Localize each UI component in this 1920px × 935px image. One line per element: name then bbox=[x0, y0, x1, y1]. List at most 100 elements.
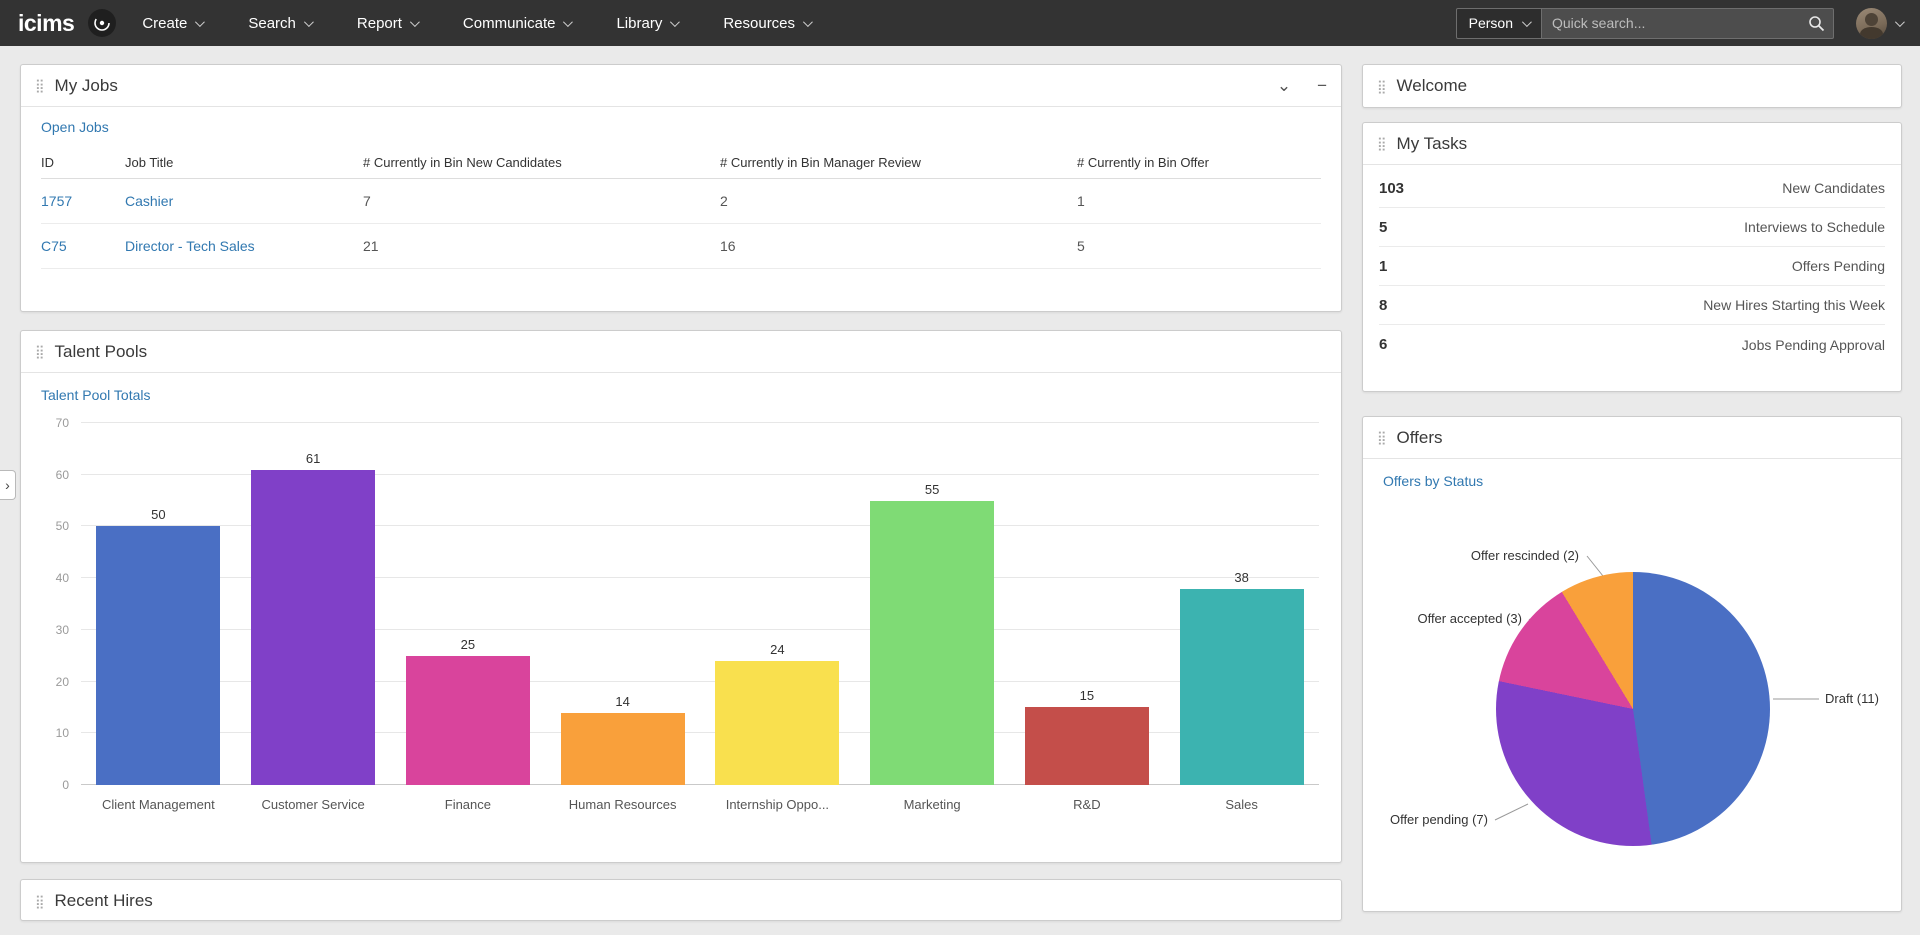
panel-title: Talent Pools bbox=[54, 341, 148, 361]
menu-report-label: Report bbox=[356, 14, 402, 32]
drag-handle-icon[interactable]: ⣿ bbox=[35, 345, 45, 358]
bar-finance[interactable] bbox=[405, 655, 530, 785]
talent-pools-panel: ⣿ Talent Pools Talent Pool Totals 0 10 20 3… bbox=[20, 330, 1342, 863]
pie-label-draft: Draft (11) bbox=[1825, 691, 1879, 706]
user-avatar[interactable] bbox=[1856, 7, 1887, 39]
user-menu-chevron-icon[interactable] bbox=[1894, 16, 1905, 27]
offers-panel: ⣿ Offers Offers by Status Draft (11) Off… bbox=[1362, 416, 1902, 912]
collapse-chevron-icon[interactable]: ⌄ bbox=[1277, 77, 1291, 94]
job-title-link[interactable]: Cashier bbox=[125, 193, 173, 209]
task-row[interactable]: 103 New Candidates bbox=[1379, 169, 1885, 208]
menu-create[interactable]: Create bbox=[142, 14, 206, 32]
menu-communicate[interactable]: Communicate bbox=[463, 15, 574, 32]
my-tasks-header: ⣿ My Tasks bbox=[1363, 123, 1901, 165]
cell-offer: 5 bbox=[1077, 238, 1085, 254]
bar-category-label: Customer Service bbox=[261, 797, 365, 812]
open-jobs-link[interactable]: Open Jobs bbox=[41, 119, 109, 135]
cell-new-candidates: 21 bbox=[363, 238, 379, 254]
menu-create-label: Create bbox=[142, 14, 188, 32]
bar-value-label: 50 bbox=[151, 507, 166, 523]
drag-handle-icon[interactable]: ⣿ bbox=[1377, 137, 1387, 150]
task-count: 103 bbox=[1379, 179, 1405, 197]
task-row[interactable]: 5 Interviews to Schedule bbox=[1379, 208, 1885, 247]
welcome-header: ⣿ Welcome bbox=[1363, 65, 1901, 107]
task-label: Interviews to Schedule bbox=[1744, 219, 1885, 235]
bar-slot: 38 bbox=[1164, 423, 1319, 785]
bar-category-label: Internship Oppo... bbox=[725, 797, 830, 812]
chevron-down-icon bbox=[670, 16, 681, 27]
col-header-bin-offer: # Currently in Bin Offer bbox=[1077, 155, 1209, 170]
bar-value-label: 38 bbox=[1234, 569, 1249, 585]
my-tasks-panel: ⣿ My Tasks 103 New Candidates 5 Intervie… bbox=[1362, 122, 1902, 392]
menu-resources[interactable]: Resources bbox=[723, 14, 813, 32]
quick-search-input[interactable] bbox=[1542, 7, 1834, 39]
bar-customer-service[interactable] bbox=[251, 469, 376, 785]
col-header-bin-manager-review: # Currently in Bin Manager Review bbox=[720, 155, 921, 170]
bar-value-label: 25 bbox=[460, 636, 476, 652]
search-icon[interactable] bbox=[1808, 15, 1825, 37]
search-scope-label: Person bbox=[1468, 15, 1513, 31]
bar-human-resources[interactable] bbox=[560, 712, 685, 785]
bar-slot: 15 bbox=[1010, 423, 1165, 785]
col-header-bin-new-candidates: # Currently in Bin New Candidates bbox=[363, 155, 562, 170]
drag-handle-icon[interactable]: ⣿ bbox=[35, 79, 45, 92]
y-tick-label: 50 bbox=[55, 519, 69, 534]
navbar-right: Person bbox=[1455, 7, 1905, 39]
task-label: New Candidates bbox=[1782, 180, 1885, 196]
panel-title: Recent Hires bbox=[54, 891, 153, 910]
task-count: 5 bbox=[1379, 218, 1388, 236]
menu-search[interactable]: Search bbox=[248, 15, 314, 32]
task-row[interactable]: 8 New Hires Starting this Week bbox=[1379, 286, 1885, 325]
menu-resources-label: Resources bbox=[723, 14, 796, 32]
bar-chart-categories: Client Management Customer Service Finance… bbox=[81, 789, 1319, 815]
my-jobs-content: Open Jobs ID Job Title # Currently in Bi… bbox=[21, 107, 1341, 269]
dashboard: ⣿ My Jobs ⌄ − Open Jobs ID Job Title # C… bbox=[0, 46, 1920, 935]
icims-logo[interactable]: icims bbox=[18, 10, 75, 37]
drag-handle-icon[interactable]: ⣿ bbox=[35, 895, 45, 908]
menu-library[interactable]: Library bbox=[616, 14, 681, 32]
table-row: C75 Director - Tech Sales 21 16 5 bbox=[41, 224, 1321, 269]
search-scope-dropdown[interactable]: Person bbox=[1455, 7, 1542, 39]
top-navbar: icims Create Search Report Communicate L… bbox=[0, 0, 1920, 46]
job-id-link[interactable]: C75 bbox=[41, 238, 67, 254]
offers-pie-chart[interactable] bbox=[1496, 572, 1770, 846]
task-row[interactable]: 1 Offers Pending bbox=[1379, 247, 1885, 286]
recent-hires-header: ⣿ Recent Hires bbox=[21, 880, 1341, 922]
talent-pools-content: Talent Pool Totals 0 10 20 30 40 50 60 70 50 61 2… bbox=[21, 373, 1341, 815]
talent-pools-header: ⣿ Talent Pools bbox=[21, 331, 1341, 373]
pie-label-accepted: Offer accepted (3) bbox=[1417, 611, 1522, 626]
chevron-down-icon bbox=[802, 16, 813, 27]
y-tick-label: 30 bbox=[55, 622, 69, 637]
offers-header: ⣿ Offers bbox=[1363, 417, 1901, 459]
bar-chart-plot: 50 61 25 14 24 55 15 38 bbox=[81, 422, 1319, 785]
task-row[interactable]: 6 Jobs Pending Approval bbox=[1379, 325, 1885, 364]
minimize-icon[interactable]: − bbox=[1317, 77, 1327, 94]
bar-chart-yaxis: 0 10 20 30 40 50 60 70 bbox=[41, 416, 73, 792]
job-title-link[interactable]: Director - Tech Sales bbox=[125, 238, 255, 254]
cell-new-candidates: 7 bbox=[363, 193, 371, 209]
task-count: 1 bbox=[1379, 257, 1388, 275]
bar-sales[interactable] bbox=[1179, 588, 1304, 785]
task-label: Offers Pending bbox=[1791, 258, 1885, 274]
bar-slot: 50 bbox=[81, 423, 236, 785]
bar-slot: 24 bbox=[700, 423, 855, 785]
product-switcher-icon[interactable] bbox=[88, 9, 117, 37]
task-label: New Hires Starting this Week bbox=[1703, 297, 1885, 313]
bar-value-label: 61 bbox=[305, 450, 321, 466]
bar-client-management[interactable] bbox=[96, 526, 221, 785]
talent-pool-totals-link[interactable]: Talent Pool Totals bbox=[41, 387, 150, 403]
bar-r-d[interactable] bbox=[1024, 707, 1149, 785]
bar-marketing[interactable] bbox=[870, 500, 995, 785]
bar-value-label: 15 bbox=[1079, 688, 1095, 704]
menu-library-label: Library bbox=[616, 14, 663, 32]
sidebar-expander[interactable]: › bbox=[0, 470, 16, 500]
bar-internship-oppo-[interactable] bbox=[715, 660, 840, 785]
drag-handle-icon[interactable]: ⣿ bbox=[1377, 431, 1387, 444]
menu-report[interactable]: Report bbox=[356, 14, 420, 32]
job-id-link[interactable]: 1757 bbox=[41, 193, 72, 209]
drag-handle-icon[interactable]: ⣿ bbox=[1377, 80, 1387, 93]
cell-offer: 1 bbox=[1077, 193, 1085, 209]
table-row: 1757 Cashier 7 2 1 bbox=[41, 179, 1321, 224]
chevron-down-icon bbox=[303, 16, 314, 27]
offers-by-status-link[interactable]: Offers by Status bbox=[1383, 473, 1483, 489]
